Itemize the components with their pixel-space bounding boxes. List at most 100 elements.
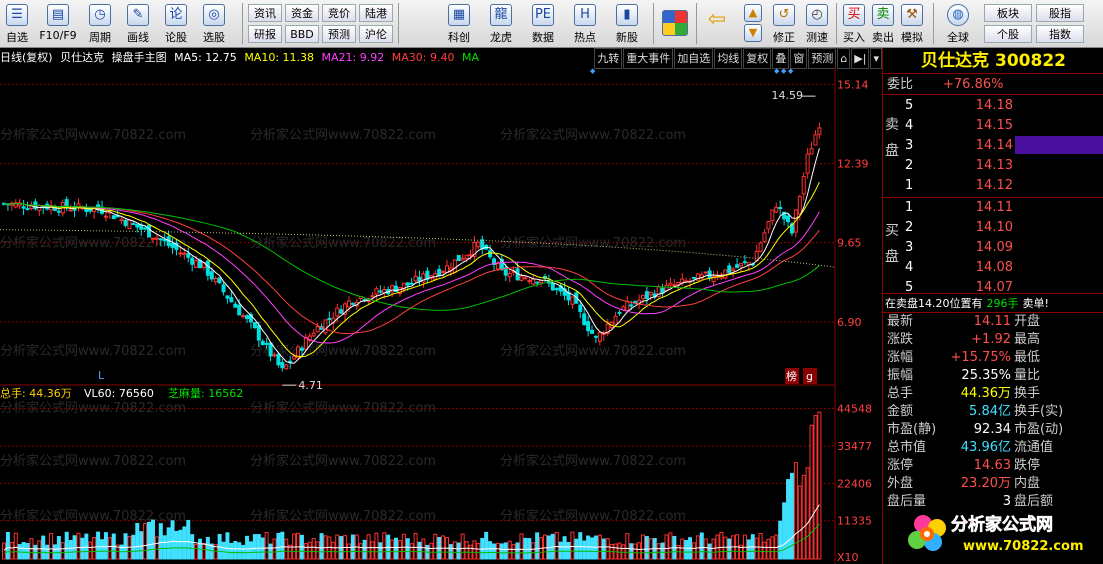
volume-bar <box>805 467 810 560</box>
toolbar-grid2-button-1[interactable]: 股指 <box>1036 4 1084 22</box>
toolbar-grid2-button-2[interactable]: 个股 <box>984 25 1032 43</box>
volume-bar <box>566 541 571 560</box>
volume-bar <box>2 542 6 560</box>
stat-row: 涨停 14.63 跌停 <box>883 457 1103 475</box>
volume-bars <box>2 411 822 560</box>
volume-bar <box>182 526 187 560</box>
candle-body <box>554 288 559 291</box>
data-label: 数据 <box>532 31 554 44</box>
stat-value: 23.20万 <box>960 476 1011 491</box>
sell-button[interactable]: 卖卖出 <box>869 2 897 46</box>
buy-level-1[interactable]: 1 14.11 <box>883 198 1103 218</box>
f10-button[interactable]: ▤ F10/F9 <box>36 2 80 46</box>
volume-bar <box>276 532 281 560</box>
toolbar-grid-button-5[interactable]: BBD <box>285 25 319 43</box>
event-diamond-icon[interactable]: ◆ <box>781 67 787 75</box>
volume-bar <box>531 542 536 560</box>
toolbar-grid-button-4[interactable]: 研报 <box>248 25 282 43</box>
sell-level-4[interactable]: 4 14.15 <box>883 116 1103 136</box>
event-diamond-icon[interactable]: ◆ <box>788 67 794 75</box>
toolbar-grid-button-7[interactable]: 沪伦 <box>359 25 393 43</box>
draw-button[interactable]: ✎ 画线 <box>120 2 156 46</box>
candle-body <box>774 206 779 213</box>
page-up-down[interactable]: ▲ ▼ <box>740 2 766 46</box>
toolbar-grid2-button-0[interactable]: 板块 <box>984 4 1032 22</box>
volume-bar <box>166 527 171 560</box>
toolbar-grid-button-3[interactable]: 陆港 <box>359 4 393 22</box>
simulate-button[interactable]: ⚒ 模拟 <box>898 2 926 46</box>
dropdown-icon[interactable]: ▾ <box>870 48 882 69</box>
chart-button-7[interactable]: 预测 <box>808 48 837 69</box>
event-diamond-icon[interactable]: ◆ <box>590 67 596 75</box>
chart-button-3[interactable]: 均线 <box>714 48 743 69</box>
chart-button-5[interactable]: 叠 <box>772 48 790 69</box>
chart-watermark-text: 分析家公式网www.70822.com <box>500 343 686 359</box>
modify-button[interactable]: ↺ 修正 <box>770 2 798 46</box>
volume-bar <box>96 531 101 560</box>
volume-bar <box>335 534 340 560</box>
volume-bar <box>158 523 163 560</box>
price-tick-label: 15.14 <box>837 78 869 91</box>
volume-bar <box>429 542 434 560</box>
sell-label: 卖出 <box>872 31 894 44</box>
volume-bar <box>495 542 500 560</box>
volume-tick-label: 44548 <box>837 403 872 416</box>
stock-forum-button[interactable]: 论论股 <box>158 2 194 46</box>
volume-bar <box>574 538 579 560</box>
expand-icon[interactable]: ▶| <box>851 48 870 69</box>
sell-level-5[interactable]: 5 14.18 <box>883 96 1103 116</box>
chart-button-6[interactable]: 窗 <box>790 48 808 69</box>
chart-button-4[interactable]: 复权 <box>743 48 772 69</box>
chart-period[interactable]: 日线(复权) <box>0 51 53 64</box>
candle-body <box>350 302 355 305</box>
toolbar-grid-button-6[interactable]: 预测 <box>322 25 356 43</box>
period-button[interactable]: ◷ 周期 <box>82 2 118 46</box>
toolbar-grid2-button-3[interactable]: 指数 <box>1036 25 1084 43</box>
chart-watermark-text: 分析家公式网www.70822.com <box>250 508 436 524</box>
stat-label: 最新 <box>887 314 914 329</box>
chart-area[interactable]: 日线(复权) 贝仕达克 操盘手主图 MA5: 12.75 MA10: 11.38… <box>0 48 882 564</box>
self-select-button[interactable]: ☰ 自选 <box>0 2 34 46</box>
buy-button[interactable]: 买买入 <box>840 2 868 46</box>
science-button[interactable]: ▦ 科创 <box>438 2 480 46</box>
global-button[interactable]: ◍ 全球 <box>938 2 978 46</box>
candle-body <box>217 277 222 284</box>
dragon-button[interactable]: 龍龙虎 <box>480 2 522 46</box>
volume-bar <box>782 502 787 560</box>
buy-level-3[interactable]: 3 14.09 <box>883 238 1103 258</box>
back-arrow-button[interactable]: ⇦ <box>702 2 732 46</box>
sell-level-1[interactable]: 1 14.12 <box>883 176 1103 196</box>
volume-bar <box>656 543 661 560</box>
new-stock-button[interactable]: ▮ 新股 <box>606 2 648 46</box>
candle-body <box>158 238 163 241</box>
f10-label: F10/F9 <box>39 29 77 42</box>
g-tag[interactable]: g <box>806 370 813 383</box>
buy-level-4[interactable]: 4 14.08 <box>883 258 1103 278</box>
hot-button[interactable]: H 热点 <box>564 2 606 46</box>
chart-template[interactable]: 操盘手主图 <box>112 51 167 64</box>
data-button[interactable]: PE 数据 <box>522 2 564 46</box>
test-speed-button[interactable]: ◴ 测速 <box>802 2 832 46</box>
chart-button-0[interactable]: 九转 <box>594 48 623 69</box>
kline-chart[interactable]: 分析家公式网www.70822.com 分析家公式网www.70822.com 分析… <box>0 67 882 564</box>
chart-button-1[interactable]: 重大事件 <box>623 48 674 69</box>
chart-button-2[interactable]: 加自选 <box>674 48 714 69</box>
candle-body <box>252 322 257 329</box>
sell-level-2[interactable]: 2 14.13 <box>883 156 1103 176</box>
volume-bar <box>633 543 638 560</box>
toolbar-grid-button-2[interactable]: 竞价 <box>322 4 356 22</box>
candle-body <box>25 208 30 211</box>
volume-bar <box>123 533 128 560</box>
buy-level-2[interactable]: 2 14.10 <box>883 218 1103 238</box>
toolbar-grid-button-0[interactable]: 资讯 <box>248 4 282 22</box>
watermark-url: www.70822.com <box>963 539 1084 554</box>
event-diamond-icon[interactable]: ◆ <box>774 67 780 75</box>
candle-body <box>817 127 822 135</box>
toolbar-grid-button-1[interactable]: 资金 <box>285 4 319 22</box>
lock-icon[interactable]: ⌂ <box>837 48 851 69</box>
pick-button[interactable]: ◎ 选股 <box>196 2 232 46</box>
color-grid-button[interactable] <box>660 2 690 46</box>
volume-bar <box>190 534 195 560</box>
rank-tag[interactable]: 榜 <box>786 369 797 383</box>
hot-icon: H <box>574 4 596 26</box>
